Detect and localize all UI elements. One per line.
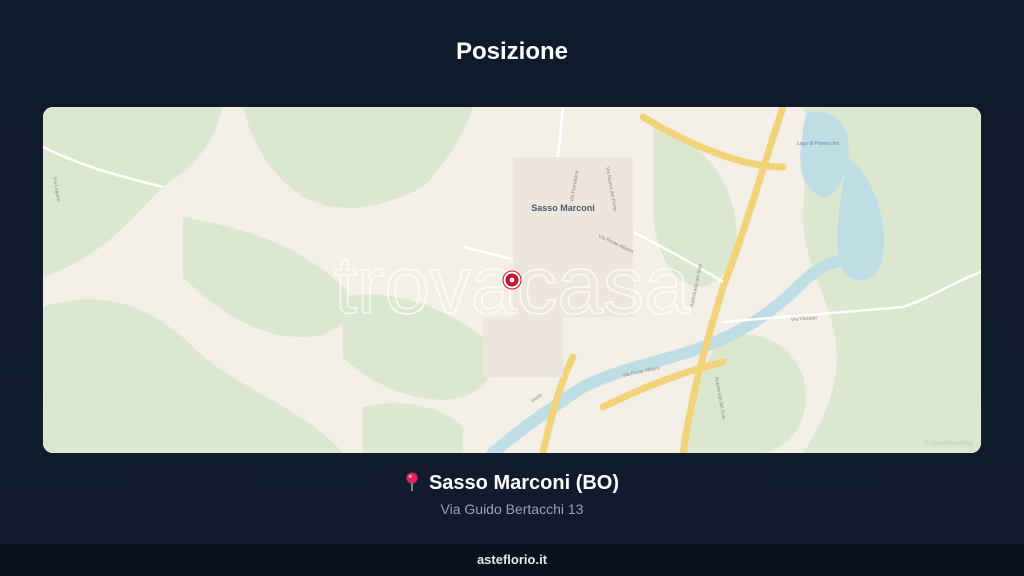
location-name: Sasso Marconi (BO) (428, 472, 620, 494)
footer-site-name[interactable]: asteflorio.it (0, 544, 1024, 576)
pushpin-icon (405, 472, 419, 498)
location-address: Via Guido Bertacchi 13 (440, 501, 584, 517)
map-marker-icon[interactable] (502, 270, 522, 290)
place-label: Sasso Marconi (531, 203, 595, 213)
map-view[interactable]: Sasso Marconi Lago di Pontecchio Reno Vi… (43, 107, 981, 453)
map-attribution[interactable]: © OpenStreetMap (925, 440, 974, 447)
page-title: Posizione (455, 38, 569, 65)
location-heading: Sasso Marconi (BO) (0, 472, 1024, 498)
lake-label: Lago di Pontecchio (797, 141, 840, 147)
